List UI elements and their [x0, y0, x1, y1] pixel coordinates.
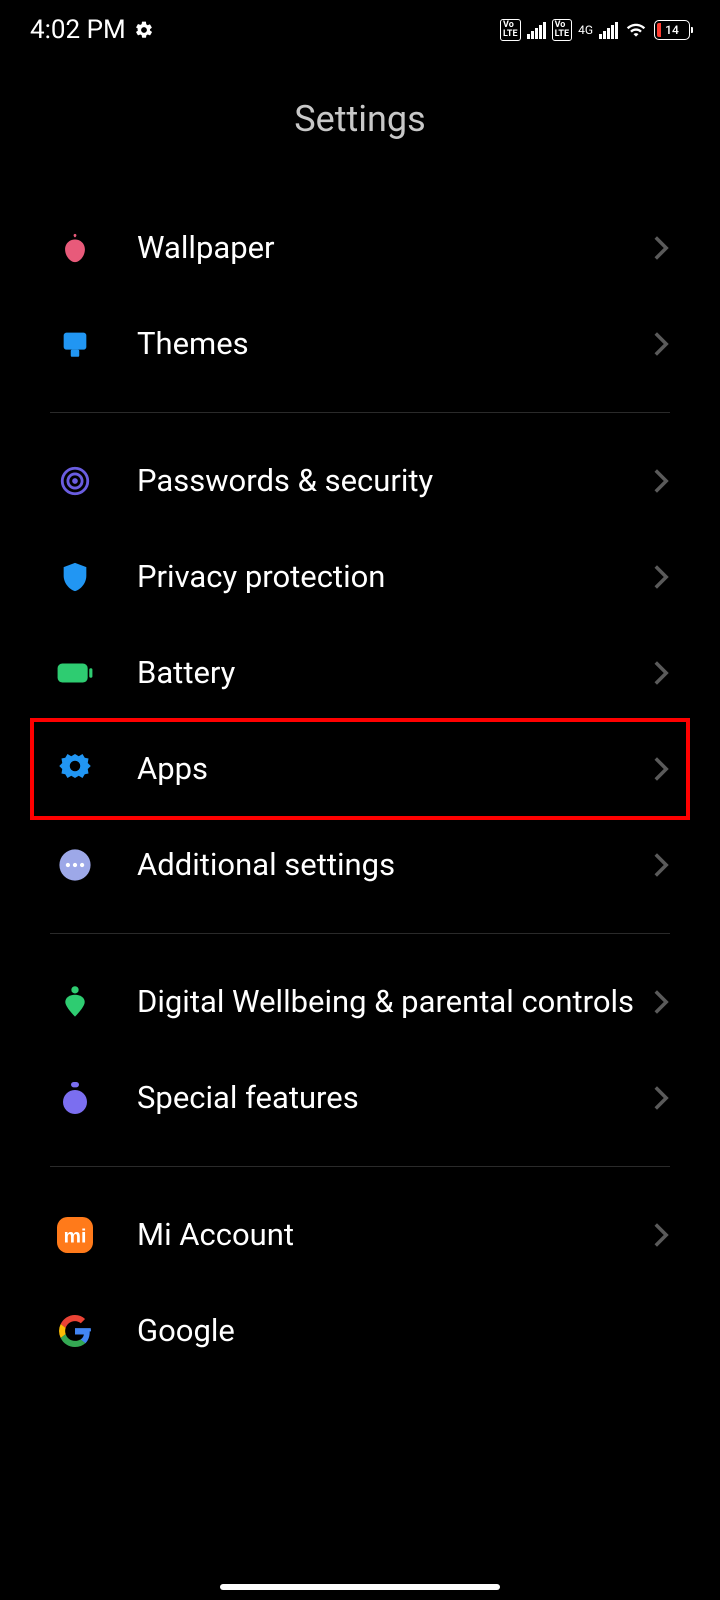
status-right: VoLTE VoLTE 4G 14	[500, 19, 690, 41]
status-bar: 4:02 PM VoLTE VoLTE 4G 14	[0, 0, 720, 60]
chevron-right-icon	[652, 659, 670, 687]
settings-item-wallpaper[interactable]: Wallpaper	[0, 200, 720, 296]
setting-label: Additional settings	[137, 846, 652, 885]
signal-icon	[527, 21, 546, 39]
settings-item-passwords[interactable]: Passwords & security	[0, 433, 720, 529]
battery-level: 14	[665, 23, 679, 37]
settings-list: Wallpaper Themes Passwords & security Pr…	[0, 200, 720, 1356]
more-icon	[55, 845, 95, 885]
chevron-right-icon	[652, 851, 670, 879]
chevron-right-icon	[652, 467, 670, 495]
chevron-right-icon	[652, 988, 670, 1016]
settings-item-themes[interactable]: Themes	[0, 296, 720, 392]
chevron-right-icon	[652, 1221, 670, 1249]
setting-label: Apps	[137, 750, 652, 789]
fingerprint-icon	[55, 461, 95, 501]
settings-item-mi-account[interactable]: mi Mi Account	[0, 1187, 720, 1283]
setting-label: Passwords & security	[137, 462, 652, 501]
signal-icon-2	[599, 21, 618, 39]
settings-item-wellbeing[interactable]: Digital Wellbeing & parental controls	[0, 954, 720, 1050]
setting-label: Mi Account	[137, 1216, 652, 1255]
settings-item-additional[interactable]: Additional settings	[0, 817, 720, 913]
volte-icon: VoLTE	[500, 19, 521, 41]
settings-item-special[interactable]: Special features	[0, 1050, 720, 1146]
status-time: 4:02 PM	[30, 15, 126, 45]
settings-item-privacy[interactable]: Privacy protection	[0, 529, 720, 625]
network-label: 4G	[578, 23, 593, 37]
setting-label: Google	[137, 1312, 670, 1351]
chevron-right-icon	[652, 563, 670, 591]
battery-icon	[55, 653, 95, 693]
setting-label: Privacy protection	[137, 558, 652, 597]
wellbeing-icon	[55, 982, 95, 1022]
chevron-right-icon	[652, 234, 670, 262]
home-indicator[interactable]	[220, 1584, 500, 1590]
setting-label: Digital Wellbeing & parental controls	[137, 983, 652, 1022]
setting-label: Themes	[137, 325, 652, 364]
setting-label: Wallpaper	[137, 229, 652, 268]
chevron-right-icon	[652, 1084, 670, 1112]
wifi-icon	[624, 20, 648, 40]
battery-icon: 14	[654, 20, 690, 40]
setting-label: Special features	[137, 1079, 652, 1118]
setting-label: Battery	[137, 654, 652, 693]
settings-item-google[interactable]: Google	[0, 1283, 720, 1356]
mi-logo-icon: mi	[55, 1215, 95, 1255]
flask-icon	[55, 1078, 95, 1118]
chevron-right-icon	[652, 755, 670, 783]
svg-text:mi: mi	[64, 1226, 87, 1248]
section-divider	[50, 1166, 670, 1167]
settings-item-apps[interactable]: Apps	[0, 721, 720, 817]
wallpaper-icon	[55, 228, 95, 268]
section-divider	[50, 933, 670, 934]
status-left: 4:02 PM	[30, 15, 154, 45]
shield-icon	[55, 557, 95, 597]
volte-icon-2: VoLTE	[552, 19, 573, 41]
settings-item-battery[interactable]: Battery	[0, 625, 720, 721]
section-divider	[50, 412, 670, 413]
gear-icon	[134, 20, 154, 40]
apps-gear-icon	[55, 749, 95, 789]
themes-icon	[55, 324, 95, 364]
page-title: Settings	[0, 98, 720, 140]
chevron-right-icon	[652, 330, 670, 358]
google-logo-icon	[55, 1311, 95, 1351]
